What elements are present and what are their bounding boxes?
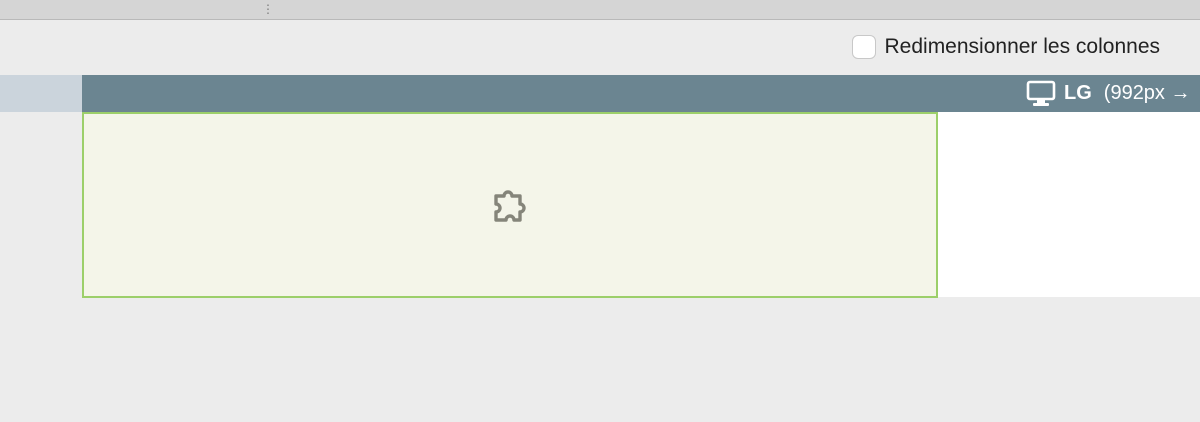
monitor-icon: [1026, 80, 1056, 108]
splitter-handle[interactable]: ⋮: [262, 2, 274, 16]
resize-columns-label[interactable]: Redimensionner les colonnes: [885, 35, 1161, 59]
breakpoint-range: (992px →: [1103, 82, 1191, 104]
resize-columns-checkbox[interactable]: [851, 35, 876, 59]
toolbar: Redimensionner les colonnes: [0, 20, 1200, 75]
top-splitter[interactable]: ⋮: [0, 0, 1200, 20]
breakpoint-info[interactable]: LG (992px →: [1026, 75, 1191, 112]
ruler-left: [0, 75, 82, 112]
column-block[interactable]: [82, 112, 938, 298]
breakpoint-name: LG: [1064, 82, 1092, 104]
resize-columns-option[interactable]: Redimensionner les colonnes: [851, 35, 1161, 59]
puzzle-icon: [488, 184, 536, 232]
breakpoint-bar: LG (992px →: [82, 75, 1200, 112]
